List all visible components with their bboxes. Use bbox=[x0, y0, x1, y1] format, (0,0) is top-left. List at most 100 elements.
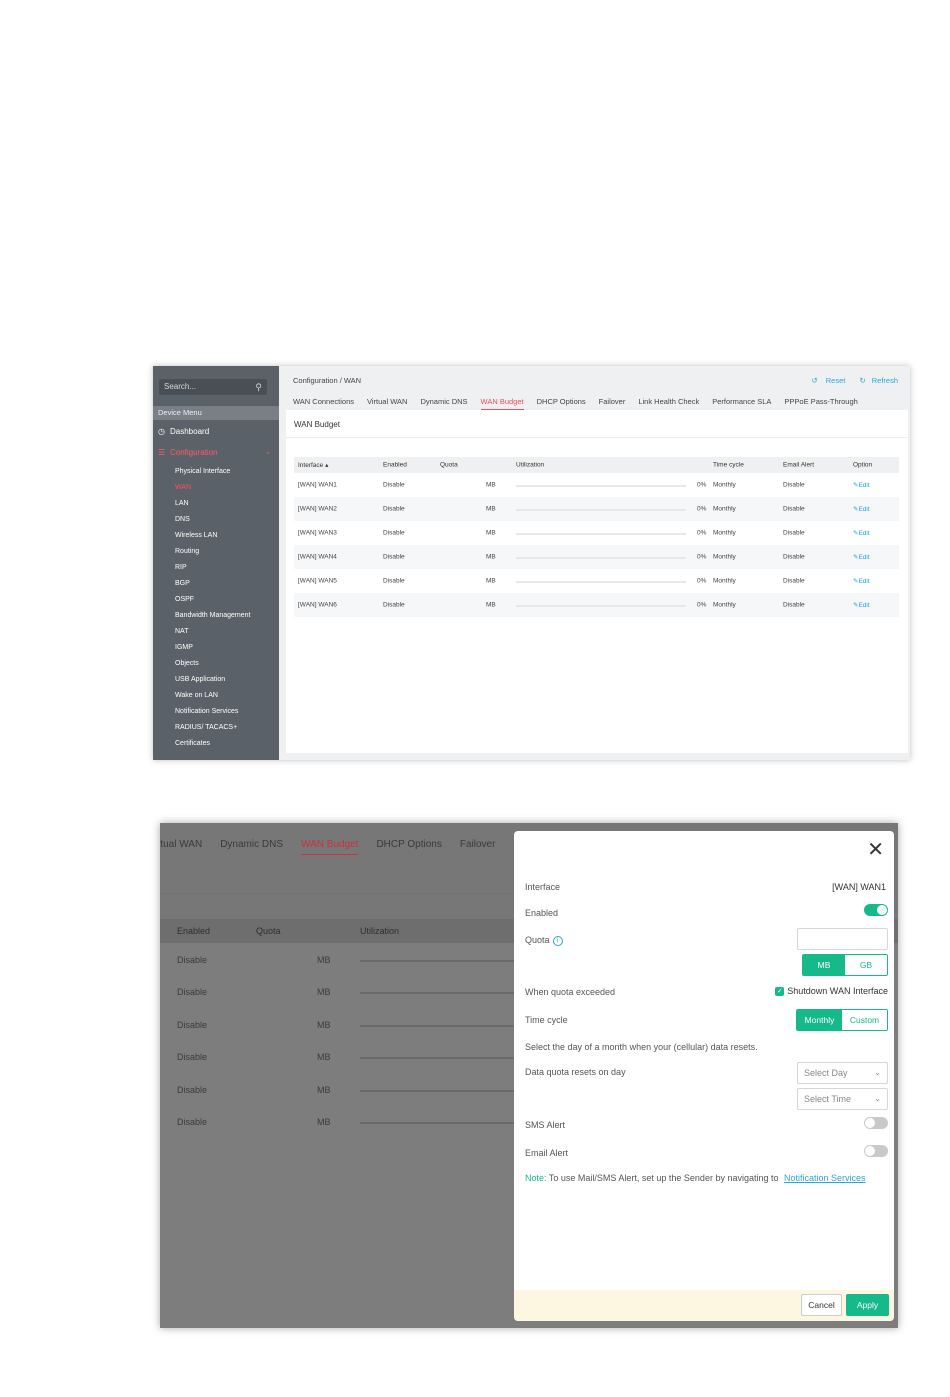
cell-email-alert: Disable bbox=[783, 481, 805, 489]
column-time-cycle: Time cycle bbox=[713, 461, 744, 469]
apply-button[interactable]: Apply bbox=[846, 1294, 889, 1316]
notification-services-link[interactable]: Notification Services bbox=[784, 1173, 866, 1183]
time-cycle-label: Time cycle bbox=[525, 1015, 568, 1025]
tab-item[interactable]: Failover bbox=[460, 839, 496, 854]
select-day-dropdown[interactable]: Select Day ⌄ bbox=[797, 1062, 888, 1084]
utilization-bar bbox=[516, 509, 686, 511]
column-interface[interactable]: Interface ▴ bbox=[298, 461, 328, 469]
table-body: [WAN] WAN1 Disable MB 0% Monthly Disable ✎Edit… bbox=[294, 473, 899, 617]
reset-button[interactable]: ↺ Reset bbox=[805, 376, 845, 385]
sidebar-subitem[interactable]: IGMP bbox=[175, 644, 193, 651]
tab-item[interactable]: WAN Budget bbox=[301, 839, 359, 855]
sidebar-subitem[interactable]: Objects bbox=[175, 660, 199, 667]
tab-item[interactable]: DHCP Options bbox=[537, 397, 586, 409]
column-enabled: Enabled bbox=[177, 926, 211, 936]
cell-quota-unit: MB bbox=[486, 529, 496, 537]
sidebar-subitem[interactable]: Physical Interface bbox=[175, 468, 230, 475]
cell-quota-unit: MB bbox=[486, 553, 496, 561]
main-content: Configuration / WAN ↺ Reset ↻ Refresh WAN… bbox=[279, 366, 910, 760]
utilization-bar bbox=[516, 485, 686, 487]
cell-utilization-percent: 0% bbox=[697, 481, 707, 489]
tab-item[interactable]: Link Health Check bbox=[638, 397, 699, 409]
cell-utilization-percent: 0% bbox=[697, 553, 707, 561]
cell-enabled: Disable bbox=[383, 553, 405, 561]
sidebar-item-configuration[interactable]: ☰ Configuration ⌄ bbox=[158, 448, 274, 457]
tab-item[interactable]: Performance SLA bbox=[712, 397, 771, 409]
device-menu-header: Device Menu bbox=[153, 406, 279, 420]
edit-label: Edit bbox=[858, 506, 870, 513]
tab-item[interactable]: Virtual WAN bbox=[367, 397, 407, 409]
edit-button[interactable]: ✎Edit bbox=[853, 529, 870, 537]
utilization-bar bbox=[360, 1024, 520, 1027]
cancel-button[interactable]: Cancel bbox=[801, 1294, 842, 1316]
tab-item[interactable]: Dynamic DNS bbox=[420, 397, 467, 409]
cell-utilization-percent: 0% bbox=[697, 601, 707, 609]
sidebar-subitem[interactable]: RADIUS/ TACACS+ bbox=[175, 724, 237, 731]
tab-item[interactable]: Failover bbox=[599, 397, 626, 409]
sidebar-subitem[interactable]: Bandwidth Management bbox=[175, 612, 251, 619]
sms-alert-toggle[interactable] bbox=[864, 1117, 888, 1129]
sidebar-subitem[interactable]: DNS bbox=[175, 516, 190, 523]
quota-label: Quota i bbox=[525, 935, 563, 946]
unit-mb-option[interactable]: MB bbox=[803, 955, 845, 975]
wan-budget-table: Interface ▴ Enabled Quota Utilization Ti… bbox=[294, 457, 899, 617]
info-icon[interactable]: i bbox=[552, 935, 563, 946]
search-icon[interactable]: ⚲ bbox=[255, 379, 262, 395]
column-utilization: Utilization bbox=[360, 926, 400, 936]
sidebar-subitem[interactable]: NAT bbox=[175, 628, 188, 635]
cell-enabled: Disable bbox=[177, 1019, 208, 1030]
edit-button[interactable]: ✎Edit bbox=[853, 553, 870, 561]
select-time-dropdown[interactable]: Select Time ⌄ bbox=[797, 1088, 888, 1110]
sidebar-subitem[interactable]: OSPF bbox=[175, 596, 194, 603]
refresh-button[interactable]: ↻ Refresh bbox=[853, 376, 898, 385]
reset-day-label: Data quota resets on day bbox=[525, 1067, 626, 1077]
cell-utilization-percent: 0% bbox=[697, 529, 707, 537]
sidebar-subitem[interactable]: BGP bbox=[175, 580, 190, 587]
chevron-down-icon: ⌄ bbox=[265, 449, 271, 456]
sidebar-subitem[interactable]: USB Application bbox=[175, 676, 225, 683]
cell-enabled: Disable bbox=[177, 1117, 208, 1127]
cell-enabled: Disable bbox=[383, 529, 405, 537]
utilization-bar bbox=[360, 992, 520, 994]
select-time-placeholder: Select Time bbox=[804, 1094, 852, 1104]
sidebar-search-input[interactable]: Search... ⚲ bbox=[159, 379, 267, 395]
tab-item[interactable]: rtual WAN bbox=[160, 839, 202, 854]
quota-input[interactable] bbox=[797, 928, 888, 950]
sidebar-subitem[interactable]: Certificates bbox=[175, 740, 210, 747]
utilization-bar bbox=[360, 959, 520, 962]
tab-item[interactable]: WAN Budget bbox=[480, 397, 524, 410]
enabled-toggle[interactable] bbox=[864, 904, 888, 916]
edit-label: Edit bbox=[858, 554, 870, 561]
time-cycle-monthly-option[interactable]: Monthly bbox=[797, 1010, 842, 1030]
cell-time-cycle: Monthly bbox=[713, 529, 736, 537]
tab-item[interactable]: Dynamic DNS bbox=[220, 839, 283, 854]
edit-button[interactable]: ✎Edit bbox=[853, 601, 870, 609]
sidebar-subitem[interactable]: LAN bbox=[175, 500, 189, 507]
time-cycle-custom-option[interactable]: Custom bbox=[842, 1010, 887, 1030]
sidebar-item-dashboard[interactable]: ◷ Dashboard bbox=[158, 427, 209, 436]
column-email-alert: Email Alert bbox=[783, 461, 815, 469]
cell-quota-unit: MB bbox=[317, 987, 331, 997]
utilization-bar bbox=[516, 533, 686, 535]
divider bbox=[286, 437, 908, 438]
edit-button[interactable]: ✎Edit bbox=[853, 577, 870, 585]
edit-button[interactable]: ✎Edit bbox=[853, 481, 870, 489]
cell-interface: [WAN] WAN1 bbox=[298, 481, 337, 489]
sidebar-subitem[interactable]: Wake on LAN bbox=[175, 692, 218, 699]
shutdown-wan-option[interactable]: ✓ Shutdown WAN Interface bbox=[775, 986, 888, 997]
checkbox-checked-icon[interactable]: ✓ bbox=[775, 987, 785, 997]
tab-item[interactable]: WAN Connections bbox=[293, 397, 354, 409]
sidebar-item-label: Configuration bbox=[170, 448, 218, 457]
sidebar-subitem[interactable]: Wireless LAN bbox=[175, 532, 217, 539]
edit-button[interactable]: ✎Edit bbox=[853, 505, 870, 513]
sidebar-subitem[interactable]: Notification Services bbox=[175, 708, 238, 715]
tab-item[interactable]: DHCP Options bbox=[376, 839, 441, 854]
email-alert-toggle[interactable] bbox=[864, 1145, 888, 1157]
sidebar-subitem[interactable]: WAN bbox=[175, 484, 191, 491]
sidebar-subitem[interactable]: RIP bbox=[175, 564, 187, 571]
sidebar-subitem[interactable]: Routing bbox=[175, 548, 199, 555]
close-icon[interactable]: ✕ bbox=[867, 837, 884, 862]
unit-gb-option[interactable]: GB bbox=[845, 955, 887, 975]
wan-budget-screen: Search... ⚲ Device Menu ◷ Dashboard ☰ Conf… bbox=[153, 366, 910, 760]
tab-item[interactable]: PPPoE Pass-Through bbox=[784, 397, 857, 409]
